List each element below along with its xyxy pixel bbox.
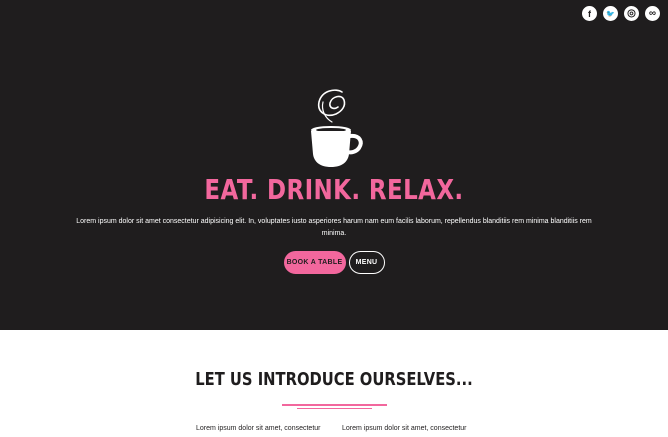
intro-column-text: Lorem ipsum dolor sit amet, consectetur [342, 425, 467, 432]
intro-column-text: Lorem ipsum dolor sit amet, consectetur [196, 425, 321, 432]
hero-section: f 🐦 ◎ ∞ EAT. DRINK. RELAX. Lorem ipsum d… [0, 0, 668, 330]
tripadvisor-icon[interactable]: ∞ [645, 6, 660, 21]
intro-title: LET US INTRODUCE OURSELVES... [195, 369, 473, 390]
facebook-icon[interactable]: f [582, 6, 597, 21]
book-a-table-button[interactable]: BOOK A TABLE [283, 251, 346, 274]
social-links: f 🐦 ◎ ∞ [582, 6, 660, 21]
menu-button[interactable]: MENU [348, 251, 385, 274]
title-divider-secondary [297, 408, 372, 409]
hero-description: Lorem ipsum dolor sit amet consectetur a… [76, 218, 592, 237]
hero-headline: EAT. DRINK. RELAX. [204, 173, 464, 206]
instagram-icon[interactable]: ◎ [624, 6, 639, 21]
title-divider [282, 404, 387, 406]
hero-actions: BOOK A TABLE MENU [0, 251, 668, 274]
coffee-cup-logo [311, 89, 363, 167]
twitter-icon[interactable]: 🐦 [603, 6, 618, 21]
